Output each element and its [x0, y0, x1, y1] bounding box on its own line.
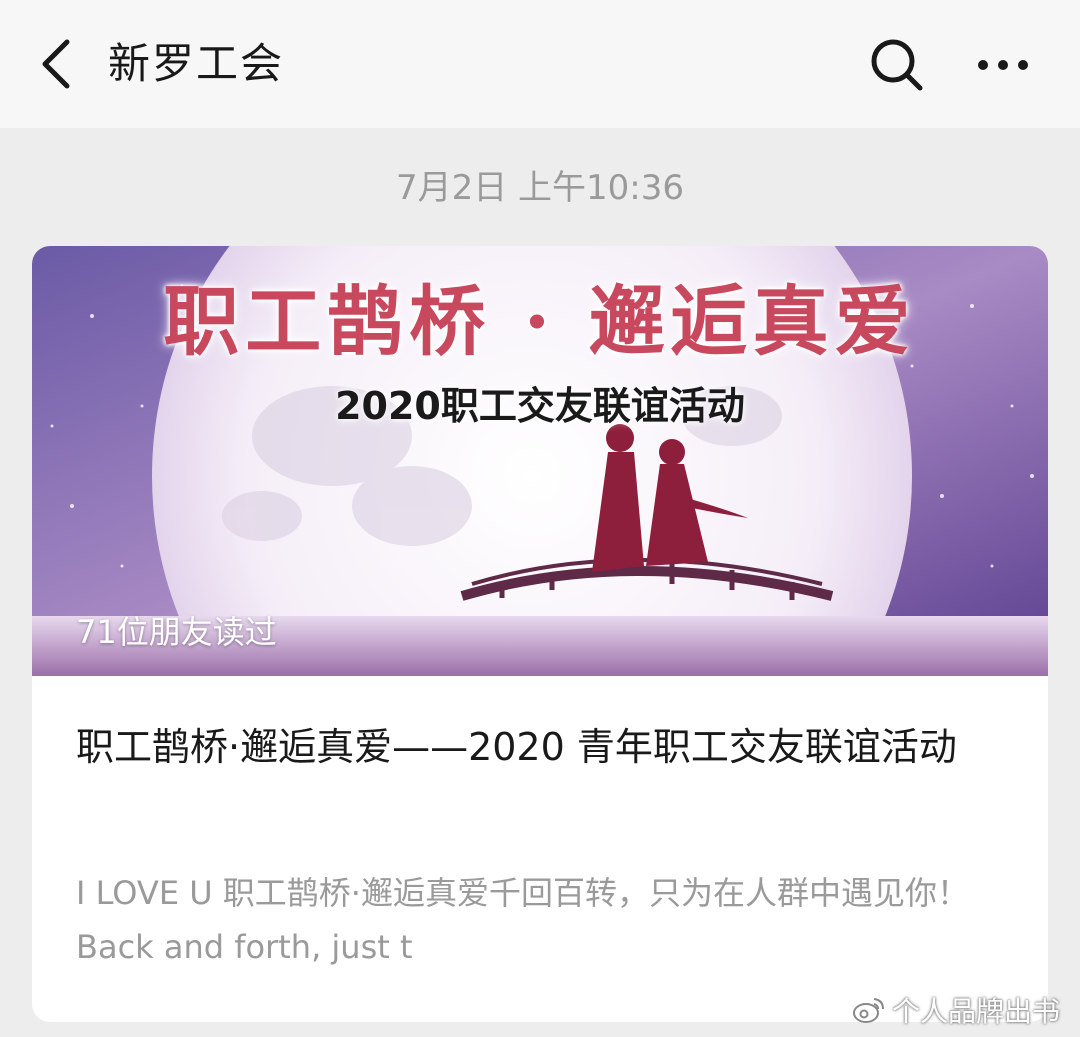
article-cover-image[interactable]: 职工鹊桥 · 邂逅真爱 2020职工交友联谊活动 71位朋友读过 [32, 246, 1048, 676]
cover-heading: 职工鹊桥 · 邂逅真爱 [163, 277, 917, 366]
more-icon [978, 60, 1028, 70]
weibo-icon [853, 998, 884, 1023]
article-title[interactable]: 职工鹊桥·邂逅真爱——2020 青年职工交友联谊活动 [76, 716, 1016, 778]
back-button[interactable] [32, 36, 80, 92]
search-icon [871, 39, 923, 91]
message-timestamp: 7月2日 上午10:36 [395, 168, 685, 208]
cover-subheading: 2020职工交友联谊活动 [335, 384, 745, 428]
top-navigation-bar: 新罗工会 [0, 0, 1080, 128]
chevron-left-icon [42, 39, 70, 89]
friends-read-count: 71位朋友读过 [76, 613, 277, 651]
search-button[interactable] [866, 34, 928, 96]
article-card[interactable]: 职工鹊桥 · 邂逅真爱 2020职工交友联谊活动 71位朋友读过 职工鹊桥·邂逅… [32, 246, 1048, 1022]
watermark: 个人品牌出书 [852, 988, 1060, 1032]
account-title: 新罗工会 [108, 39, 285, 88]
watermark-text: 个人品牌出书 [892, 995, 1061, 1028]
article-summary: I LOVE U 职工鹊桥·邂逅真爱千回百转，只为在人群中遇见你！Back an… [76, 874, 969, 966]
more-options-button[interactable] [970, 40, 1036, 90]
